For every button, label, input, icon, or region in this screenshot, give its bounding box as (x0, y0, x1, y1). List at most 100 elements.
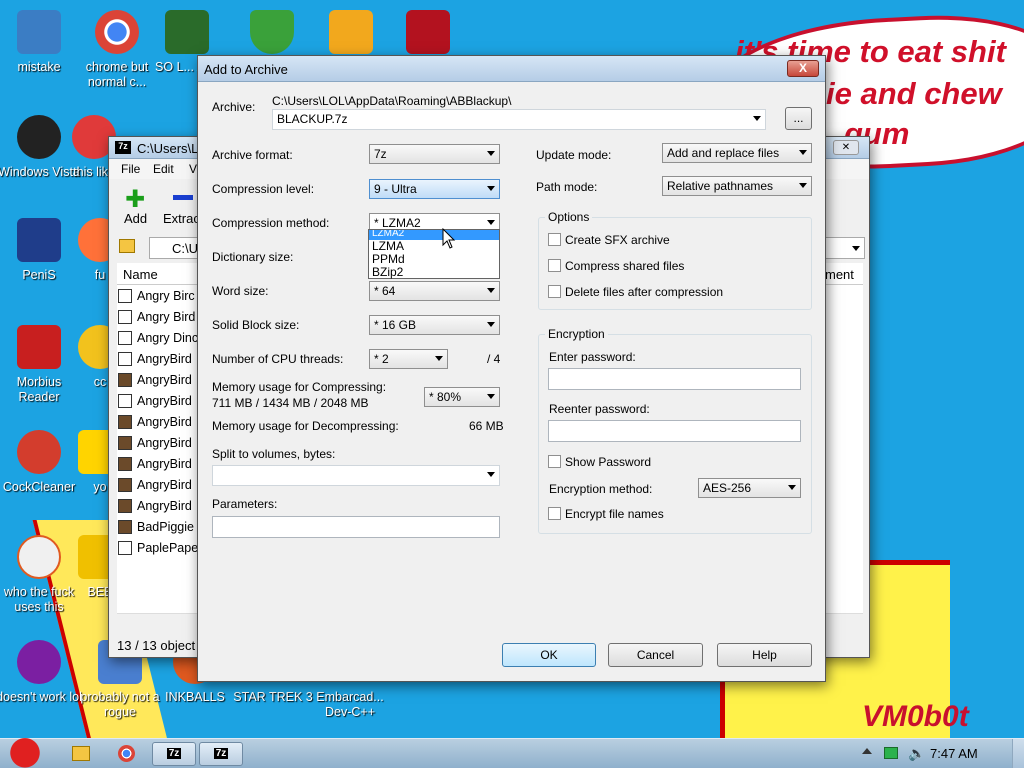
compression-level-select[interactable]: 9 - Ultra (369, 179, 500, 199)
cancel-button[interactable]: Cancel (608, 643, 703, 667)
folder-icon (118, 499, 132, 513)
table-row[interactable]: AngryBird (118, 391, 198, 412)
parameters-label: Parameters: (212, 497, 278, 511)
folder-icon (118, 478, 132, 492)
desktop-icon-label: probably not a rogue (80, 690, 160, 719)
reenter-password-input[interactable] (548, 420, 801, 442)
cards-icon (165, 10, 209, 54)
path-mode-label: Path mode: (536, 180, 598, 194)
network-icon[interactable] (884, 747, 898, 759)
desktop-icon-shield[interactable] (228, 10, 316, 60)
archive-format-select[interactable]: 7z (369, 144, 500, 164)
desktop-icon-label: INKBALLS (165, 690, 225, 704)
table-row[interactable]: AngryBird (118, 475, 198, 496)
table-row[interactable]: BadPiggie (118, 517, 198, 538)
folder-icon (118, 520, 132, 534)
dialog-titlebar[interactable]: Add to Archive X (198, 56, 825, 82)
archive-name-combo[interactable]: BLACKUP.7z (272, 109, 766, 130)
options-title: Options (545, 210, 593, 224)
checkbox-box (548, 259, 561, 272)
column-name[interactable]: Name (123, 267, 158, 282)
taskbar: 7z 7z 🔈 7:47 AM (0, 733, 1024, 768)
clock[interactable]: 7:47 AM (930, 746, 978, 761)
toolbar-extract-label[interactable]: Extrac (163, 211, 200, 226)
cpu-threads-total: / 4 (487, 352, 501, 366)
table-row[interactable]: PaplePape (118, 538, 198, 559)
menu-edit[interactable]: Edit (153, 162, 174, 176)
compression-method-dropdown[interactable]: LZMA2 LZMA PPMd BZip2 (368, 229, 500, 279)
path-mode-select[interactable]: Relative pathnames (662, 176, 812, 196)
table-row[interactable]: AngryBird (118, 370, 198, 391)
ok-button[interactable]: OK (502, 643, 596, 667)
compress-shared-checkbox[interactable]: Compress shared files (548, 259, 684, 273)
create-sfx-checkbox[interactable]: Create SFX archive (548, 233, 670, 247)
folder-icon (118, 457, 132, 471)
word-size-select[interactable]: * 64 (369, 281, 500, 301)
show-password-checkbox[interactable]: Show Password (548, 455, 651, 469)
cpu-threads-select[interactable]: * 2 (369, 349, 448, 369)
split-volumes-combo[interactable] (212, 465, 500, 486)
column-comment[interactable]: ment (825, 267, 854, 282)
menu-view[interactable]: V (189, 162, 197, 176)
file-icon (118, 289, 132, 303)
desktop-icon-doesnt-work[interactable]: doesn't work lol (0, 640, 83, 705)
encryption-method-select[interactable]: AES-256 (698, 478, 801, 498)
table-row[interactable]: Angry Dinc (118, 328, 198, 349)
wallpaper-signature: VM0b0t (862, 700, 969, 733)
desktop-icon-mistake[interactable]: mistake (0, 10, 83, 75)
solid-block-label: Solid Block size: (212, 318, 300, 332)
browse-button[interactable]: ... (785, 107, 812, 130)
menu-file[interactable]: File (121, 162, 140, 176)
7zip-icon: 7z (115, 141, 131, 154)
taskbar-item-7z-2[interactable]: 7z (199, 742, 243, 766)
folder-up-icon[interactable] (119, 239, 135, 253)
desktop-icon-bad-piggies[interactable] (307, 10, 395, 60)
desktop-icon-label: mistake (17, 60, 61, 74)
chevron-down-icon (487, 220, 495, 225)
chevron-down-icon[interactable] (852, 246, 860, 251)
status-text: 13 / 13 object (117, 638, 196, 653)
chevron-down-icon (753, 116, 761, 121)
encrypt-names-checkbox[interactable]: Encrypt file names (548, 507, 664, 521)
close-button[interactable]: X (787, 60, 819, 77)
table-row[interactable]: Angry Bird (118, 307, 198, 328)
table-row[interactable]: AngryBird (118, 496, 198, 517)
checkbox-box (548, 507, 561, 520)
table-row[interactable]: AngryBird (118, 433, 198, 454)
desktop-icon-label: chrome but normal c... (85, 60, 149, 89)
chevron-down-icon (799, 150, 807, 155)
table-row[interactable]: Angry Birc (118, 286, 198, 307)
update-mode-select[interactable]: Add and replace files (662, 143, 812, 163)
desktop-icon-label: doesn't work lol (0, 690, 82, 704)
add-to-archive-dialog[interactable]: Add to Archive X Archive: C:\Users\LOL\A… (197, 55, 826, 682)
chrome-icon (95, 10, 139, 54)
delete-after-checkbox[interactable]: Delete files after compression (548, 285, 723, 299)
show-desktop-button[interactable] (1012, 739, 1024, 768)
file-icon (118, 331, 132, 345)
checkbox-box (548, 455, 561, 468)
extract-icon[interactable] (173, 195, 193, 200)
table-row[interactable]: AngryBird (118, 412, 198, 433)
help-button[interactable]: Help (717, 643, 812, 667)
folder-icon (118, 436, 132, 450)
parameters-input[interactable] (212, 516, 500, 538)
password-input[interactable] (548, 368, 801, 390)
volume-icon[interactable]: 🔈 (908, 745, 925, 762)
start-button[interactable] (4, 733, 46, 768)
file-manager-close-button[interactable]: ✕ (833, 140, 859, 155)
solid-block-select[interactable]: * 16 GB (369, 315, 500, 335)
compression-method-label: Compression method: (212, 216, 330, 230)
mem-compress-select[interactable]: * 80% (424, 387, 500, 407)
table-row[interactable]: AngryBird (118, 454, 198, 475)
explorer-icon[interactable] (72, 746, 90, 761)
show-hidden-icons-icon[interactable] (862, 748, 872, 754)
dropdown-option[interactable]: BZip2 (369, 266, 499, 279)
toolbar-add-label[interactable]: Add (124, 211, 147, 226)
table-row[interactable]: AngryBird (118, 349, 198, 370)
file-icon (118, 310, 132, 324)
add-icon[interactable]: ✚ (125, 185, 145, 214)
taskbar-item-7z-1[interactable]: 7z (152, 742, 196, 766)
mouse-cursor-icon (442, 228, 456, 249)
desktop-icon-red-logo[interactable] (384, 10, 472, 60)
chrome-icon[interactable] (118, 745, 135, 762)
